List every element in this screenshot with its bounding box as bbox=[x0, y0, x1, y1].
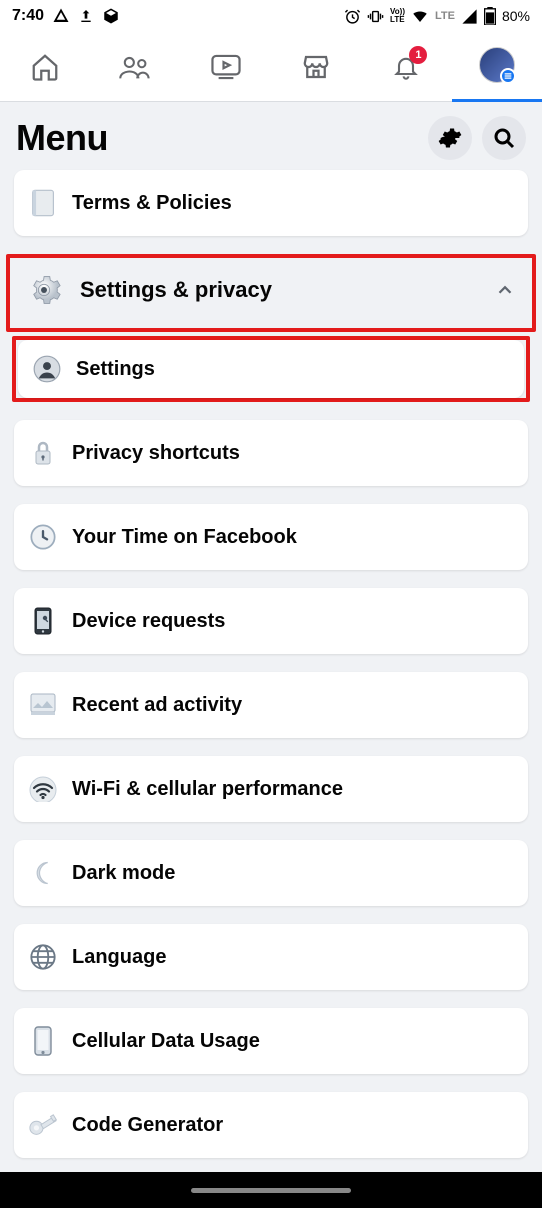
menu-item-terms-policies[interactable]: Terms & Policies bbox=[14, 170, 528, 236]
status-right: Vo))LTE LTE 80% bbox=[344, 7, 530, 25]
search-icon bbox=[492, 126, 516, 150]
chevron-up-icon bbox=[494, 279, 516, 301]
vibrate-icon bbox=[367, 8, 384, 25]
battery-percent: 80% bbox=[502, 8, 530, 24]
menu-item-device-requests[interactable]: Device requests bbox=[14, 588, 528, 654]
menu-item-privacy-shortcuts[interactable]: Privacy shortcuts bbox=[14, 420, 528, 486]
phone-icon bbox=[28, 606, 58, 636]
menu-item-label: Recent ad activity bbox=[72, 694, 242, 717]
person-circle-icon bbox=[32, 354, 62, 384]
gear-icon bbox=[438, 126, 462, 150]
key-icon bbox=[28, 1110, 58, 1140]
menu-item-language[interactable]: Language bbox=[14, 924, 528, 990]
package-icon bbox=[102, 7, 120, 25]
moon-icon bbox=[28, 858, 58, 888]
menu-item-your-time-on-facebook[interactable]: Your Time on Facebook bbox=[14, 504, 528, 570]
menu-item-cellular-data-usage[interactable]: Cellular Data Usage bbox=[14, 1008, 528, 1074]
image-icon bbox=[28, 690, 58, 720]
status-bar: 7:40 Vo))LTE LTE 80% bbox=[0, 0, 542, 32]
friends-icon bbox=[118, 52, 152, 82]
menu-item-label: Language bbox=[72, 946, 166, 969]
lock-icon bbox=[28, 438, 58, 468]
home-icon bbox=[30, 52, 60, 82]
menu-item-wifi-cellular-performance[interactable]: Wi-Fi & cellular performance bbox=[14, 756, 528, 822]
clock-icon bbox=[28, 522, 58, 552]
volte-indicator: Vo))LTE bbox=[390, 8, 405, 24]
menu-item-label: Settings bbox=[76, 358, 155, 381]
marketplace-icon bbox=[301, 52, 331, 82]
phone-device-icon bbox=[28, 1026, 58, 1056]
menu-item-settings[interactable]: Settings bbox=[18, 340, 524, 398]
status-app-icon bbox=[52, 7, 70, 25]
gesture-pill[interactable] bbox=[191, 1188, 351, 1193]
group-settings-privacy[interactable]: Settings & privacy bbox=[10, 258, 532, 322]
tab-marketplace[interactable] bbox=[271, 32, 361, 102]
menu-item-label: Code Generator bbox=[72, 1114, 223, 1137]
wifi-icon bbox=[411, 7, 429, 25]
tab-watch[interactable] bbox=[181, 32, 271, 102]
alarm-icon bbox=[344, 8, 361, 25]
page-header: Menu bbox=[0, 102, 542, 170]
menu-item-label: Your Time on Facebook bbox=[72, 526, 297, 549]
lte-indicator: LTE bbox=[435, 10, 455, 22]
watch-icon bbox=[210, 52, 242, 82]
hamburger-overlay-icon bbox=[500, 68, 516, 84]
document-icon bbox=[28, 188, 58, 218]
notification-badge: 1 bbox=[409, 46, 427, 64]
tab-notifications[interactable]: 1 bbox=[361, 32, 451, 102]
header-settings-button[interactable] bbox=[428, 116, 472, 160]
status-left: 7:40 bbox=[12, 7, 120, 25]
menu-item-label: Terms & Policies bbox=[72, 192, 232, 215]
menu-item-label: Device requests bbox=[72, 610, 225, 633]
page-title: Menu bbox=[16, 117, 108, 159]
status-time: 7:40 bbox=[12, 7, 44, 25]
menu-item-label: Dark mode bbox=[72, 862, 175, 885]
top-nav-tabs: 1 bbox=[0, 32, 542, 102]
battery-icon bbox=[484, 7, 496, 25]
menu-item-recent-ad-activity[interactable]: Recent ad activity bbox=[14, 672, 528, 738]
wifi-icon bbox=[28, 774, 58, 804]
gear-icon bbox=[26, 272, 62, 308]
menu-item-label: Privacy shortcuts bbox=[72, 442, 240, 465]
avatar bbox=[479, 47, 515, 83]
header-search-button[interactable] bbox=[482, 116, 526, 160]
tab-friends[interactable] bbox=[90, 32, 180, 102]
globe-icon bbox=[28, 942, 58, 972]
highlight-box-group: Settings & privacy bbox=[6, 254, 536, 332]
upload-icon bbox=[78, 8, 94, 24]
group-label: Settings & privacy bbox=[80, 277, 272, 303]
menu-item-dark-mode[interactable]: Dark mode bbox=[14, 840, 528, 906]
highlight-box-settings: Settings bbox=[12, 336, 530, 402]
tab-menu[interactable] bbox=[452, 32, 542, 102]
menu-item-label: Cellular Data Usage bbox=[72, 1030, 260, 1053]
menu-item-label: Wi-Fi & cellular performance bbox=[72, 778, 343, 801]
signal-icon bbox=[461, 8, 478, 25]
gesture-nav-bar bbox=[0, 1172, 542, 1208]
menu-item-code-generator[interactable]: Code Generator bbox=[14, 1092, 528, 1158]
tab-home[interactable] bbox=[0, 32, 90, 102]
